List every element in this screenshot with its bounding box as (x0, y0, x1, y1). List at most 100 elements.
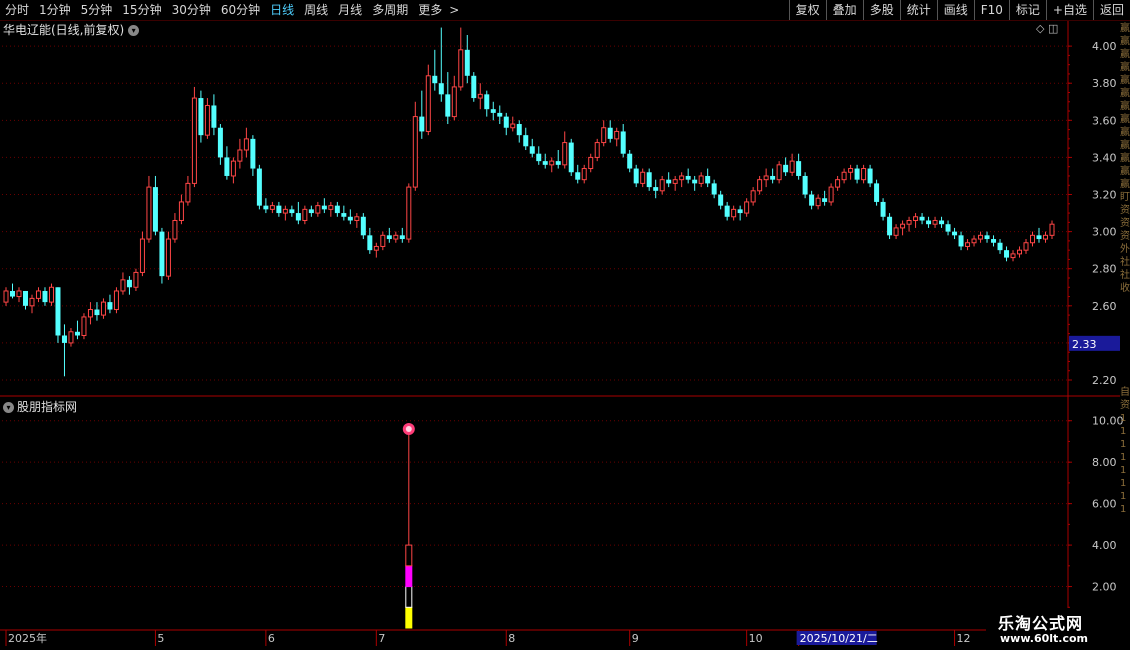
candle-body (679, 175, 685, 181)
period-tab-9[interactable]: 多周期 (367, 0, 413, 20)
price-tick-label: 4.00 (1092, 40, 1117, 53)
candle-body (692, 179, 698, 184)
candle-body (87, 309, 93, 318)
candle-body (16, 290, 22, 298)
period-tab-3[interactable]: 15分钟 (117, 0, 166, 20)
period-selector: 分时 1分钟 5分钟 15分钟 30分钟 60分钟 日线 周线 月线 多周期 更多 > (0, 0, 461, 20)
candle-body (770, 175, 776, 180)
chevron-down-icon[interactable]: ▾ (3, 402, 14, 413)
action-button-4[interactable]: 画线 (936, 0, 974, 20)
window-toggle-icon[interactable]: ◫ (1048, 22, 1058, 35)
candle-body (263, 205, 269, 210)
candle-body (932, 219, 938, 225)
strip-char: 1 (1120, 439, 1127, 450)
candle-body (867, 168, 873, 184)
candle-body (900, 223, 906, 229)
strip-char: 1 (1120, 504, 1127, 515)
action-button-2[interactable]: 多股 (862, 0, 900, 20)
diamond-icon[interactable]: ◇ (1036, 22, 1044, 35)
candle-body (276, 205, 282, 214)
candle-body (601, 127, 607, 144)
candle-body (432, 75, 438, 84)
candle-body (74, 331, 80, 336)
candle-body (978, 234, 984, 240)
candle-body (237, 149, 243, 162)
action-button-3[interactable]: 统计 (899, 0, 937, 20)
indicator-tick-label: 2.00 (1092, 581, 1117, 594)
candle-body (497, 112, 503, 117)
strip-char: 收 (1120, 283, 1130, 294)
action-button-6[interactable]: 标记 (1008, 0, 1046, 20)
period-tab-2[interactable]: 5分钟 (76, 0, 118, 20)
candle-body (620, 131, 626, 154)
candle-body (802, 175, 808, 195)
candle-body (185, 182, 191, 203)
candle-body (666, 179, 672, 184)
candle-body (48, 286, 54, 303)
signal-stack-bar (405, 606, 413, 629)
candle-body (815, 197, 821, 207)
candle-body (705, 175, 711, 184)
strip-char: 赢 (1120, 127, 1130, 138)
action-button-7[interactable]: +自选 (1045, 0, 1093, 20)
candle-body (874, 183, 880, 202)
candle-body (35, 290, 41, 299)
strip-char: 赢 (1120, 166, 1130, 177)
strip-char: 外 (1120, 244, 1130, 255)
candle-body (419, 116, 425, 132)
candle-body (854, 168, 860, 180)
period-tab-4[interactable]: 30分钟 (167, 0, 216, 20)
period-tab-5[interactable]: 60分钟 (216, 0, 265, 20)
watermark-url: www.60lt.com (1000, 632, 1089, 645)
action-button-8[interactable]: 返回 (1092, 0, 1130, 20)
strip-char: 赢 (1120, 49, 1130, 60)
period-tab-8[interactable]: 月线 (333, 0, 367, 20)
candle-body (1043, 234, 1049, 240)
candle-body (685, 175, 691, 180)
candle-body (107, 302, 113, 310)
period-tab-7[interactable]: 周线 (299, 0, 333, 20)
candle-body (113, 290, 119, 311)
candle-body (880, 201, 886, 217)
more-arrow-icon[interactable]: > (447, 0, 461, 20)
indicator-title[interactable]: ▾ 股朋指标网 (3, 398, 77, 415)
candle-body (822, 198, 828, 202)
candle-body (919, 216, 925, 221)
action-button-0[interactable]: 复权 (788, 0, 826, 20)
action-button-5[interactable]: F10 (973, 0, 1009, 20)
candle-body (256, 168, 262, 206)
period-tab-10[interactable]: 更多 (413, 0, 447, 20)
candle-body (22, 290, 28, 306)
period-tab-6[interactable]: 日线 (265, 0, 299, 20)
candle-body (672, 179, 678, 184)
candle-body (120, 279, 126, 292)
candle-body (718, 194, 724, 206)
candle-body (997, 242, 1003, 251)
candle-body (204, 104, 210, 136)
stock-title[interactable]: 华电辽能(日线,前复权) ▾ (3, 21, 140, 38)
candle-body (952, 231, 958, 236)
strip-char: 1 (1120, 465, 1127, 476)
candle-body (321, 205, 327, 210)
candle-body (1023, 242, 1029, 251)
action-button-1[interactable]: 叠加 (825, 0, 863, 20)
candle-body (9, 290, 15, 297)
candle-body (971, 238, 977, 244)
strip-char: 赢 (1120, 101, 1130, 112)
candle-body (581, 168, 587, 181)
candle-body (1010, 253, 1016, 259)
candle-body (536, 153, 542, 162)
price-marker-label: 2.33 (1072, 338, 1097, 351)
chevron-down-icon[interactable]: ▾ (128, 25, 140, 36)
candle-body (783, 164, 789, 173)
candle-body (796, 161, 802, 176)
candle-body (646, 172, 652, 188)
signal-stack-bar (405, 586, 413, 608)
period-tab-1[interactable]: 1分钟 (34, 0, 76, 20)
candle-body (848, 168, 854, 173)
candle-body (451, 86, 457, 118)
candle-body (42, 290, 48, 303)
period-tab-0[interactable]: 分时 (0, 0, 34, 20)
candle-body (250, 138, 256, 169)
strip-char: 赢 (1120, 62, 1130, 73)
